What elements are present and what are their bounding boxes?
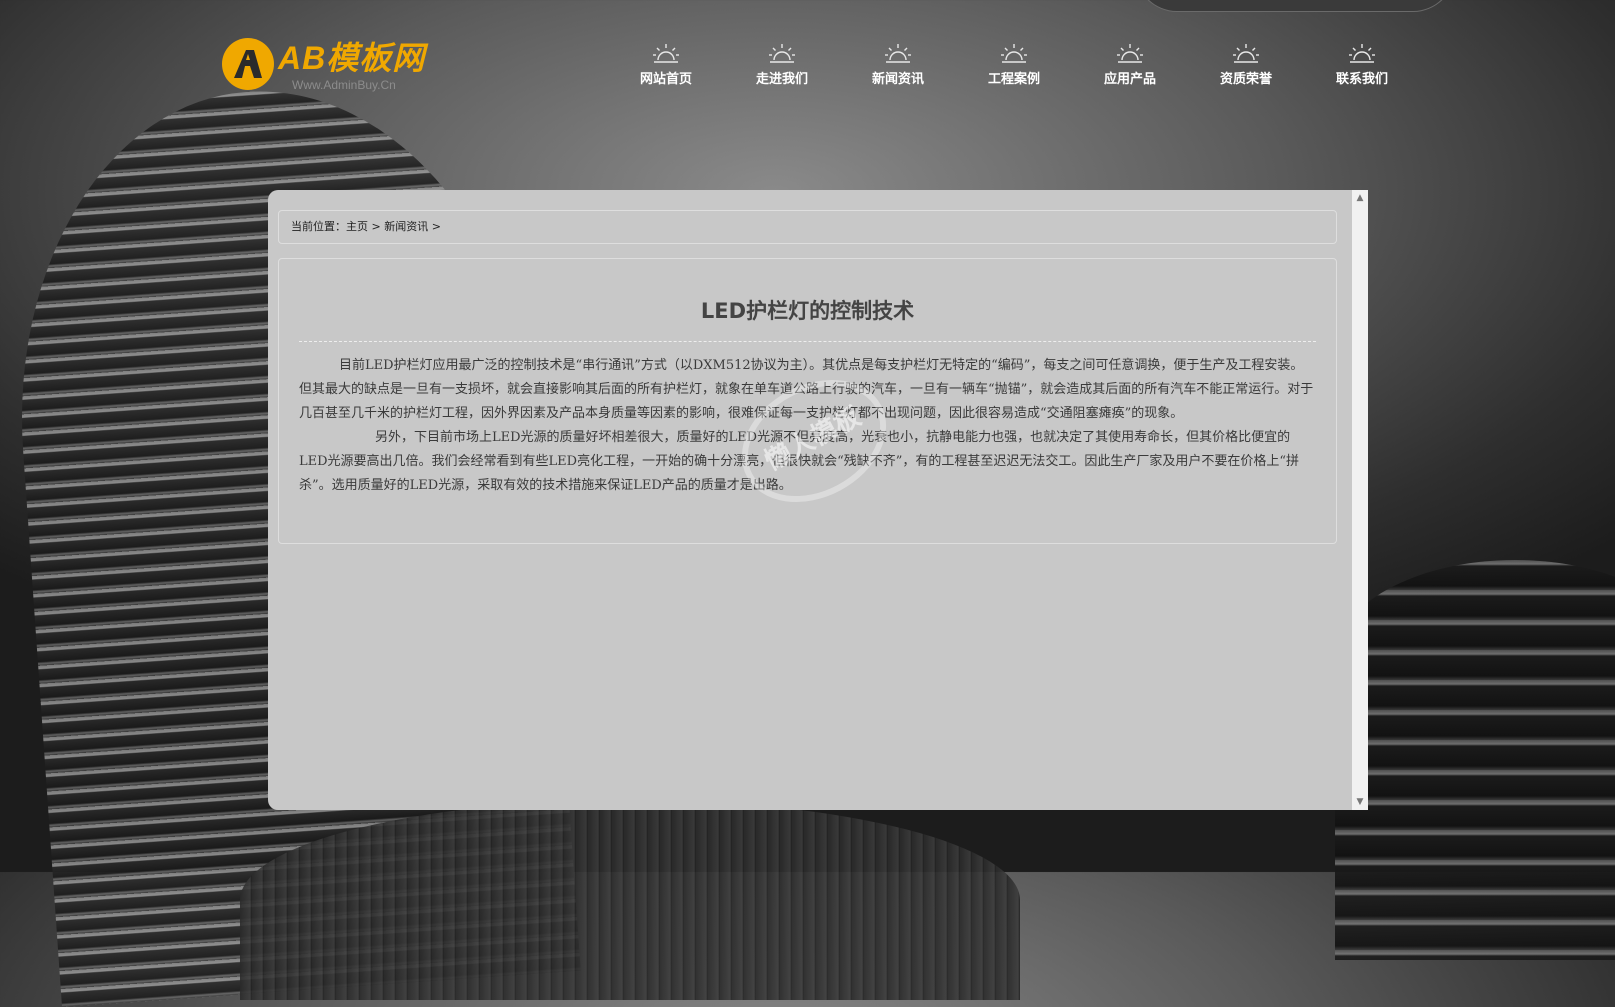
sun-icon	[1188, 42, 1304, 68]
logo-text: AB模板网	[278, 40, 426, 76]
breadcrumb-prefix: 当前位置：	[291, 220, 346, 233]
breadcrumb-category-link[interactable]: 新闻资讯	[384, 220, 428, 233]
article-title: LED护栏灯的控制技术	[700, 299, 915, 323]
main-nav: 网站首页 走进我们 新闻资讯 工程案例 应用产品 资质荣誉 联系我们	[608, 42, 1420, 88]
breadcrumb-separator: >	[428, 220, 441, 233]
logo-a-icon	[222, 38, 274, 90]
vertical-scrollbar[interactable]: ▲ ▼	[1352, 190, 1368, 810]
nav-item-honors[interactable]: 资质荣誉	[1188, 42, 1304, 88]
site-logo[interactable]: AB模板网 Www.AdminBuy.Cn	[222, 38, 452, 94]
nav-item-products[interactable]: 应用产品	[1072, 42, 1188, 88]
title-divider	[299, 341, 1316, 342]
nav-label: 联系我们	[1335, 72, 1388, 87]
nav-label: 资质荣誉	[1219, 72, 1272, 87]
sun-icon	[1304, 42, 1420, 68]
logo-url: Www.AdminBuy.Cn	[292, 78, 396, 92]
breadcrumb: 当前位置：主页 > 新闻资讯 >	[278, 210, 1337, 244]
nav-item-home[interactable]: 网站首页	[608, 42, 724, 88]
content-panel: 当前位置：主页 > 新闻资讯 > LED护栏灯的控制技术 目前LED护栏灯应用最…	[268, 190, 1368, 810]
nav-item-cases[interactable]: 工程案例	[956, 42, 1072, 88]
scroll-down-arrow-icon[interactable]: ▼	[1352, 794, 1368, 810]
nav-label: 走进我们	[755, 72, 808, 87]
sun-icon	[724, 42, 840, 68]
nav-label: 网站首页	[639, 72, 692, 87]
nav-label: 工程案例	[987, 72, 1040, 87]
background-building-image	[1335, 560, 1615, 960]
sun-icon	[1072, 42, 1188, 68]
breadcrumb-separator: >	[368, 220, 385, 233]
nav-item-news[interactable]: 新闻资讯	[840, 42, 956, 88]
scroll-up-arrow-icon[interactable]: ▲	[1352, 190, 1368, 206]
sun-icon	[840, 42, 956, 68]
nav-label: 应用产品	[1103, 72, 1156, 87]
nav-item-contact[interactable]: 联系我们	[1304, 42, 1420, 88]
nav-item-about[interactable]: 走进我们	[724, 42, 840, 88]
sun-icon	[608, 42, 724, 68]
sun-icon	[956, 42, 1072, 68]
nav-label: 新闻资讯	[871, 72, 924, 87]
background-dome-image	[240, 800, 1020, 1000]
top-utility-links	[1135, 0, 1455, 12]
breadcrumb-home-link[interactable]: 主页	[346, 220, 368, 233]
